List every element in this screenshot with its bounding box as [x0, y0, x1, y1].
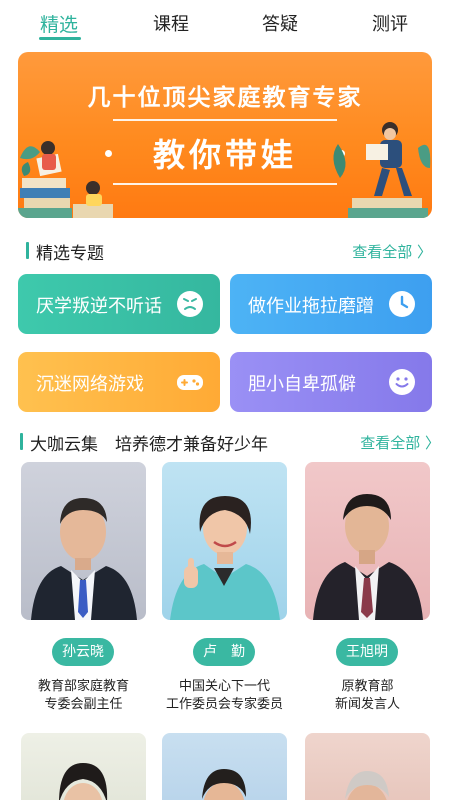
reading-child-illustration: [18, 141, 113, 218]
banner-divider-bottom: [113, 183, 337, 185]
expert-portrait-image: [345, 771, 389, 800]
experts-header: 大咖云集 培养德才兼备好少年 查看全部 〉: [18, 429, 440, 455]
expert-name-badge: 卢 勤: [193, 638, 255, 666]
expert-portrait-image: [170, 496, 280, 620]
promo-banner[interactable]: 几十位顶尖家庭教育专家 教你带娃: [18, 52, 432, 218]
topic-card[interactable]: 沉迷网络游戏: [18, 352, 220, 412]
top-tab-bar: 精选 课程 答疑 测评: [0, 0, 450, 46]
section-title: 精选专题: [36, 244, 104, 264]
topic-card[interactable]: 胆小自卑孤僻: [230, 352, 432, 412]
section-title: 大咖云集 培养德才兼备好少年: [30, 435, 268, 455]
expert-photo: [21, 462, 146, 620]
expert-photo: [305, 462, 430, 620]
expert-role-line: 专委会副主任: [44, 697, 123, 712]
topic-label: 做作业拖拉磨蹭: [248, 296, 374, 317]
expert-role-line: 新闻发言人: [334, 697, 400, 712]
section-accent-bar: [20, 433, 23, 450]
expert-role-line: 中国关心下一代: [178, 679, 270, 694]
active-tab-indicator: [39, 37, 81, 40]
expert-name-badge: 王旭明: [336, 638, 398, 666]
clock-icon: [389, 291, 415, 317]
tab-featured[interactable]: 精选: [40, 10, 78, 37]
expert-role-line: 工作委员会专家委员: [165, 697, 283, 712]
expert-portrait-image: [202, 769, 246, 800]
expert-portrait-image: [59, 763, 108, 800]
reading-adult-illustration: [333, 122, 431, 218]
topic-card[interactable]: 厌学叛逆不听话: [18, 274, 220, 334]
expert-photo: [162, 462, 287, 620]
topic-label: 厌学叛逆不听话: [36, 296, 162, 317]
gamepad-icon: [177, 375, 203, 390]
tab-assessment[interactable]: 测评: [372, 10, 408, 36]
expert-role: 原教育部 新闻发言人: [291, 678, 444, 714]
expert-role: 教育部家庭教育 专委会副主任: [7, 678, 160, 714]
view-all-topics-link[interactable]: 查看全部 〉: [352, 241, 432, 262]
expert-portrait-image: [313, 494, 423, 620]
expert-portrait-image: [31, 498, 137, 620]
banner-divider-top: [113, 119, 337, 121]
topic-label: 沉迷网络游戏: [36, 374, 144, 395]
expert-card-partial[interactable]: [162, 733, 287, 800]
expert-card-partial[interactable]: [21, 733, 146, 800]
featured-topics-header: 精选专题 查看全部 〉: [18, 238, 432, 264]
tab-qa[interactable]: 答疑: [262, 10, 298, 36]
angry-face-icon: [177, 291, 203, 317]
view-all-experts-link[interactable]: 查看全部 〉: [360, 432, 440, 453]
banner-title: 几十位顶尖家庭教育专家: [87, 85, 363, 111]
smile-face-icon: [389, 369, 415, 395]
expert-role-line: 原教育部: [341, 679, 394, 694]
topic-label: 胆小自卑孤僻: [248, 374, 356, 395]
expert-role: 中国关心下一代 工作委员会专家委员: [148, 678, 301, 714]
expert-name-badge: 孙云晓: [52, 638, 114, 666]
section-accent-bar: [26, 242, 29, 259]
tab-courses[interactable]: 课程: [153, 10, 189, 36]
expert-role-line: 教育部家庭教育: [37, 679, 129, 694]
topic-card[interactable]: 做作业拖拉磨蹭: [230, 274, 432, 334]
expert-card-partial[interactable]: [305, 733, 430, 800]
